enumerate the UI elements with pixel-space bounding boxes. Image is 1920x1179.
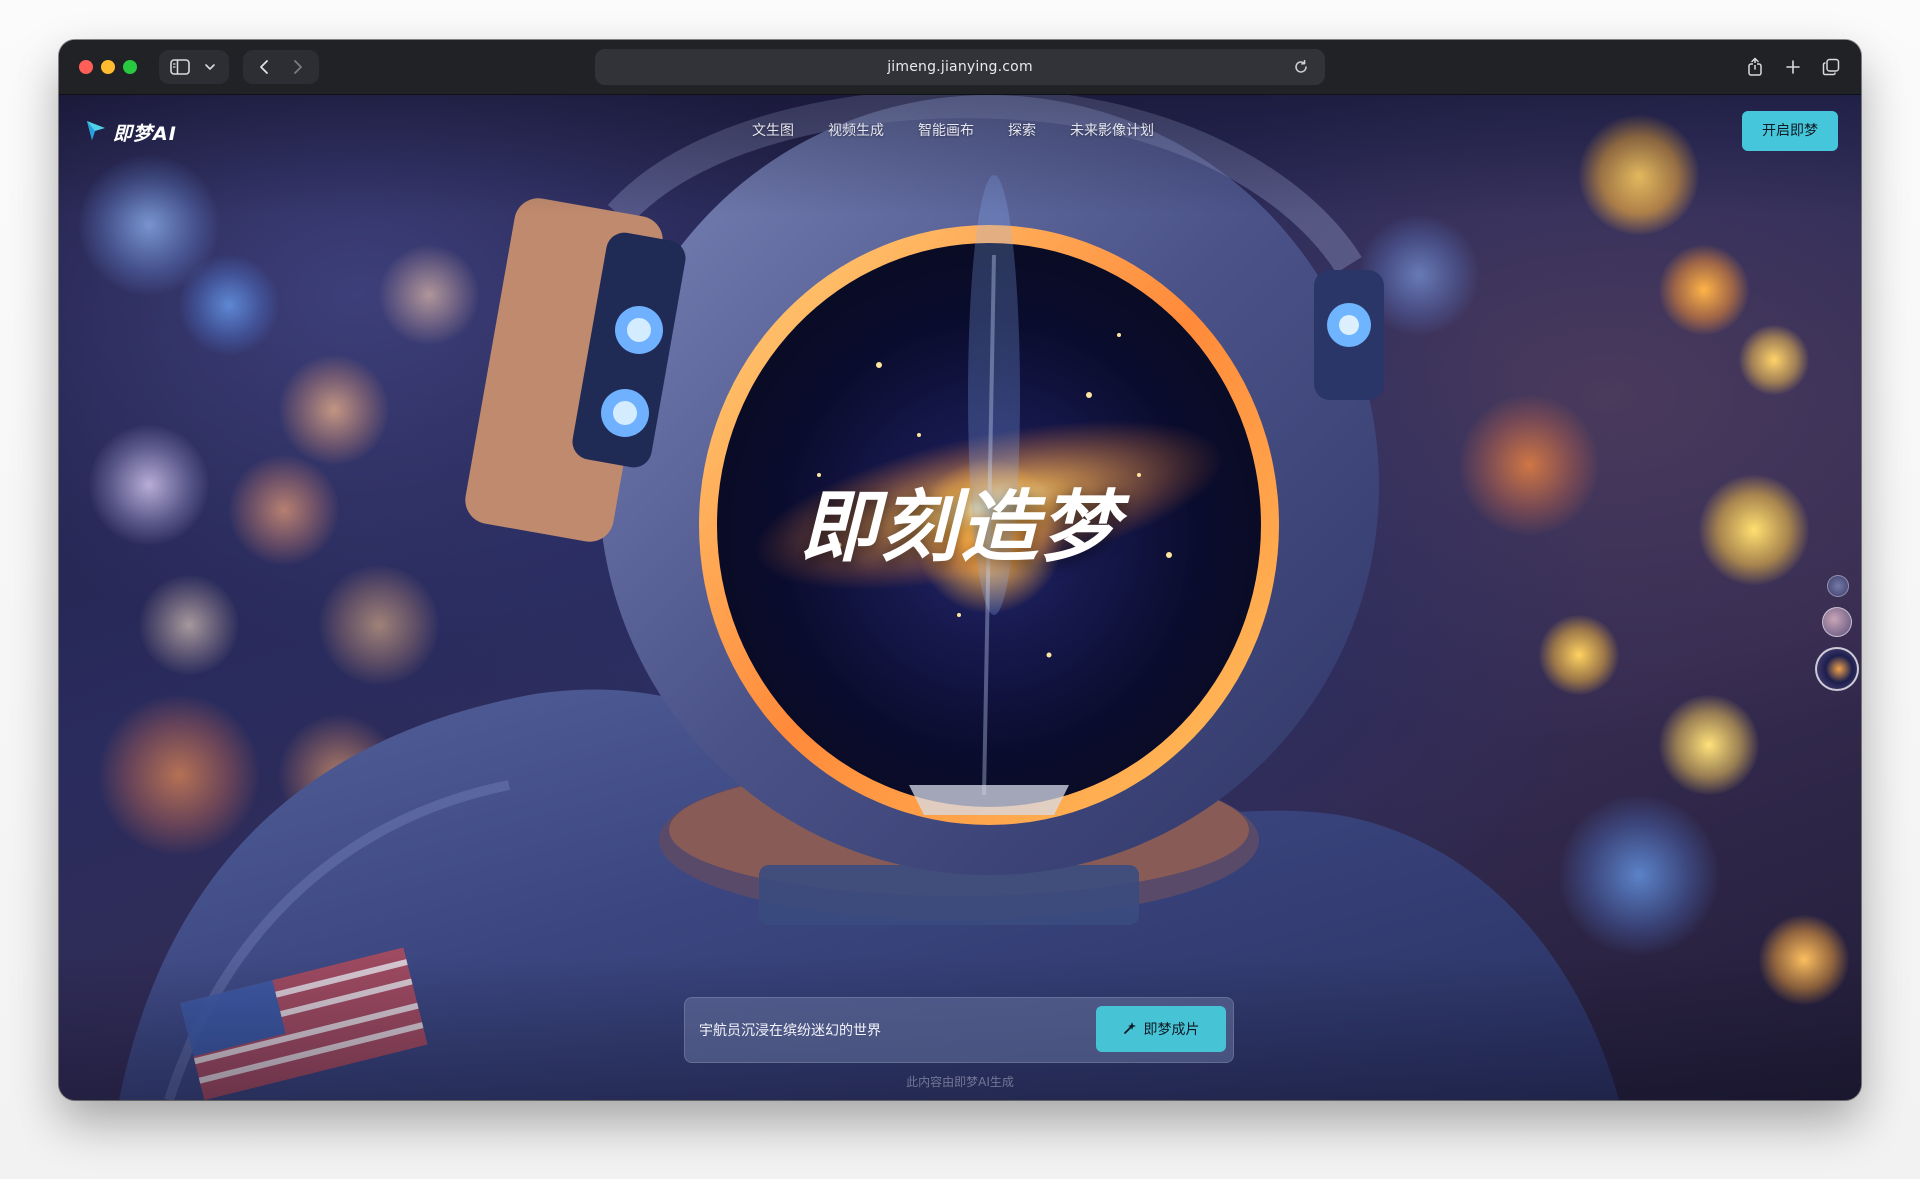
star-logo-icon: [83, 119, 107, 145]
brand-logo[interactable]: 即梦AI: [83, 117, 177, 147]
carousel-thumb[interactable]: [1822, 607, 1852, 637]
sidebar-icon[interactable]: [169, 57, 191, 77]
share-icon[interactable]: [1743, 54, 1767, 80]
reload-icon[interactable]: [1291, 58, 1311, 76]
prompt-bar: 即梦成片: [684, 997, 1234, 1063]
browser-toolbar: jimeng.jianying.com: [59, 40, 1861, 95]
desktop-backdrop: jimeng.jianying.com 即梦AI 文生图 视频生成 智能画布 探…: [0, 0, 1920, 1179]
nav-item-video-generation[interactable]: 视频生成: [828, 119, 884, 143]
navigation-buttons-group: [243, 50, 319, 84]
nav-item-future-imaging-plan[interactable]: 未来影像计划: [1070, 119, 1154, 143]
nav-item-explore[interactable]: 探索: [1008, 119, 1036, 143]
minimize-window-button[interactable]: [101, 60, 115, 74]
hero-headline: 即刻造梦: [799, 483, 1120, 573]
address-bar[interactable]: jimeng.jianying.com: [595, 49, 1325, 85]
tabs-overview-icon[interactable]: [1819, 55, 1843, 79]
address-url[interactable]: jimeng.jianying.com: [595, 49, 1325, 85]
brand-name: 即梦AI: [113, 122, 177, 145]
generate-button[interactable]: 即梦成片: [1096, 1006, 1226, 1052]
close-window-button[interactable]: [79, 60, 93, 74]
chevron-right-icon[interactable]: [285, 56, 311, 78]
plus-icon[interactable]: [1781, 55, 1805, 79]
browser-window: jimeng.jianying.com 即梦AI 文生图 视频生成 智能画布 探…: [59, 40, 1861, 1100]
carousel-thumb[interactable]: [1827, 575, 1849, 597]
astronaut-illustration: [119, 95, 1619, 1100]
generate-button-label: 即梦成片: [1143, 1022, 1200, 1038]
nav-item-smart-canvas[interactable]: 智能画布: [918, 119, 974, 143]
hero-section: 即梦AI 文生图 视频生成 智能画布 探索 未来影像计划 开启即梦 即刻造梦 宇…: [59, 95, 1861, 1100]
main-nav: 文生图 视频生成 智能画布 探索 未来影像计划: [752, 119, 1154, 143]
chevron-left-icon[interactable]: [251, 56, 277, 78]
top-shade: [59, 95, 1861, 215]
chevron-down-icon[interactable]: [201, 59, 219, 75]
zoom-window-button[interactable]: [123, 60, 137, 74]
sparkle-pen-icon: [1123, 1020, 1137, 1039]
carousel-thumb-active[interactable]: [1815, 647, 1859, 691]
open-jimeng-button[interactable]: 开启即梦: [1742, 111, 1838, 151]
ai-generated-note: 此内容由即梦AI生成: [906, 1075, 1014, 1089]
nav-item-text-to-image[interactable]: 文生图: [752, 119, 794, 143]
prompt-input[interactable]: [699, 998, 1079, 1062]
sidebar-toggle-group: [159, 50, 229, 84]
